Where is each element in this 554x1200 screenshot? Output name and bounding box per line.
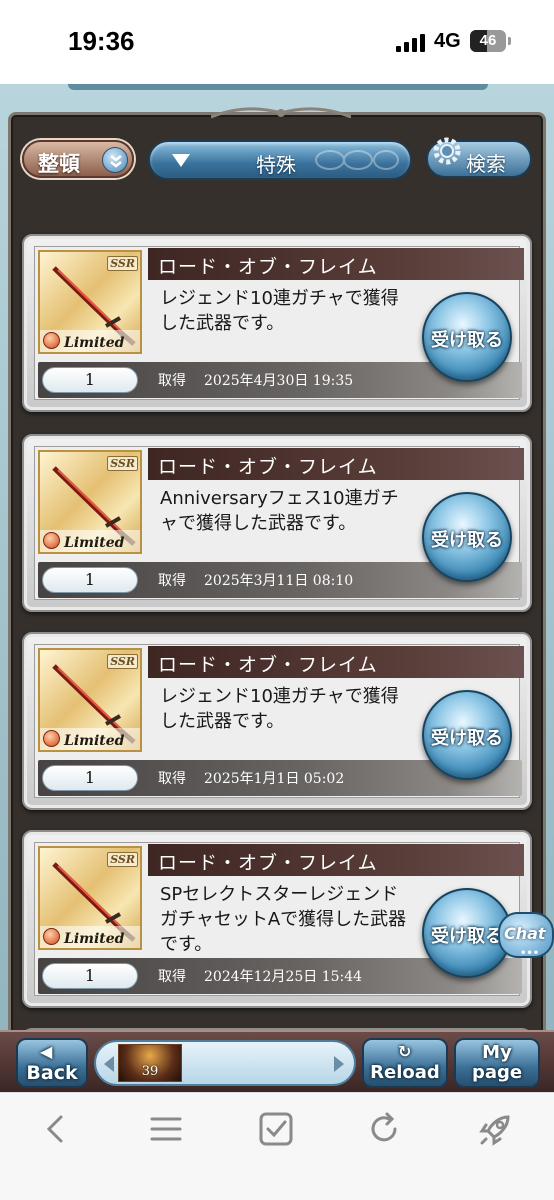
acquired-label: 取得: [158, 969, 186, 985]
fire-element-icon: [43, 532, 60, 549]
item-card: SSR Limited ロード・オブ・フレイム Anniversaryフェス10…: [22, 434, 532, 612]
item-card: SSR Limited ロード・オブ・フレイム SPセレクトスターレジェンドガチ…: [22, 830, 532, 1008]
back-label: Back: [26, 1062, 78, 1084]
acquired-date: 2025年3月11日 08:10: [204, 573, 354, 589]
item-name: ロード・オブ・フレイム: [158, 654, 378, 676]
rarity-badge: SSR: [107, 256, 138, 271]
weapon-thumbnail[interactable]: SSR Limited: [38, 250, 142, 354]
battery-icon: 46: [470, 30, 506, 52]
acquired-date: 2024年12月25日 15:44: [204, 969, 363, 985]
back-button[interactable]: ◀ Back: [16, 1038, 88, 1088]
item-description: レジェンド10連ガチャで獲得した武器です。: [160, 288, 399, 334]
limited-label: Limited: [64, 931, 125, 947]
limited-label: Limited: [64, 733, 125, 749]
receive-label: 受け取る: [431, 728, 503, 749]
item-name: ロード・オブ・フレイム: [158, 852, 378, 874]
item-card: SSR Limited ロード・オブ・フレイム レジェンド10連ガチャで獲得した…: [22, 632, 532, 810]
chat-label: Chat: [504, 924, 546, 943]
quick-item-count: 39: [141, 1064, 159, 1079]
item-card: SSR Limited ロード・オブ・フレイム レジェンド10連ガチャで獲得した…: [22, 234, 532, 412]
item-count: 1: [42, 567, 138, 593]
signal-icon: [396, 34, 426, 52]
item-name: ロード・オブ・フレイム: [158, 456, 378, 478]
frame-ornament-icon: [211, 107, 351, 119]
rarity-badge: SSR: [107, 654, 138, 669]
fire-element-icon: [43, 730, 60, 747]
rarity-badge: SSR: [107, 852, 138, 867]
fire-element-icon: [43, 332, 60, 349]
reload-button[interactable]: ↻ Reload: [362, 1038, 448, 1088]
refresh-icon[interactable]: [362, 1107, 406, 1151]
acquired-label: 取得: [158, 771, 186, 787]
rarity-badge: SSR: [107, 456, 138, 471]
weapon-thumbnail[interactable]: SSR Limited: [38, 846, 142, 950]
weapon-thumbnail[interactable]: SSR Limited: [38, 450, 142, 554]
receive-button[interactable]: 受け取る: [422, 292, 512, 382]
triangle-down-icon: [172, 154, 190, 167]
top-strip: [68, 84, 488, 90]
arrow-left-icon[interactable]: [104, 1056, 114, 1072]
limited-label: Limited: [64, 535, 125, 551]
back-arrow-icon: ◀: [40, 1042, 53, 1061]
sort-label: 整頓: [38, 152, 80, 176]
item-description: Anniversaryフェス10連ガチャで獲得した武器です。: [160, 488, 399, 534]
mypage-label-2: page: [471, 1062, 523, 1083]
category-value: 特殊: [256, 153, 296, 177]
item-name-bar: ロード・オブ・フレイム: [148, 646, 524, 678]
game-nav-bar: ◀ Back 39 ↻ Reload My page: [0, 1030, 554, 1092]
reload-label: Reload: [370, 1062, 440, 1083]
status-bar: 19:36 4G 46: [0, 0, 554, 84]
network-type: 4G: [434, 30, 461, 52]
rocket-icon[interactable]: [474, 1107, 518, 1151]
status-time: 19:36: [68, 26, 135, 56]
arrow-right-icon[interactable]: [334, 1056, 344, 1072]
dropdown-emblem-icon: [315, 150, 399, 170]
item-name-bar: ロード・オブ・フレイム: [148, 448, 524, 480]
gear-icon: [433, 137, 461, 165]
checkbox-icon[interactable]: [254, 1107, 298, 1151]
game-view: 整頓 特殊 検索 SSR Limited ロード・オブ・フレイム レジェンド10…: [0, 84, 554, 1092]
search-label: 検索: [466, 152, 506, 176]
category-dropdown[interactable]: 特殊: [148, 140, 412, 180]
acquired-date: 2025年4月30日 19:35: [204, 373, 354, 389]
quick-item-bar[interactable]: 39: [94, 1040, 356, 1086]
item-name-bar: ロード・オブ・フレイム: [148, 844, 524, 876]
item-count: 1: [42, 963, 138, 989]
acquired-date: 2025年1月1日 05:02: [204, 771, 345, 787]
back-icon[interactable]: [34, 1107, 78, 1151]
chat-button[interactable]: Chat •••: [498, 912, 554, 959]
battery-level: 46: [479, 32, 497, 49]
acquired-label: 取得: [158, 373, 186, 389]
receive-label: 受け取る: [431, 330, 503, 351]
mypage-button[interactable]: My page: [454, 1038, 540, 1088]
mypage-label-1: My: [482, 1042, 512, 1063]
receive-button[interactable]: 受け取る: [422, 690, 512, 780]
item-description: レジェンド10連ガチャで獲得した武器です。: [160, 686, 399, 732]
item-count: 1: [42, 765, 138, 791]
chevron-down-double-icon: [102, 147, 128, 173]
item-name: ロード・オブ・フレイム: [158, 256, 378, 278]
item-count: 1: [42, 367, 138, 393]
search-button[interactable]: 検索: [426, 137, 532, 178]
item-name-bar: ロード・オブ・フレイム: [148, 248, 524, 280]
fire-element-icon: [43, 928, 60, 945]
browser-toolbar: [0, 1092, 554, 1200]
limited-label: Limited: [64, 335, 125, 351]
receive-label: 受け取る: [431, 530, 503, 551]
chat-dots: •••: [520, 948, 540, 959]
weapon-thumbnail[interactable]: SSR Limited: [38, 648, 142, 752]
sort-button[interactable]: 整頓: [22, 140, 134, 178]
reload-icon: ↻: [398, 1042, 412, 1061]
item-description: SPセレクトスターレジェンドガチャセットAで獲得した武器です。: [160, 884, 407, 955]
menu-icon[interactable]: [144, 1107, 188, 1151]
acquired-label: 取得: [158, 573, 186, 589]
receive-button[interactable]: 受け取る: [422, 492, 512, 582]
